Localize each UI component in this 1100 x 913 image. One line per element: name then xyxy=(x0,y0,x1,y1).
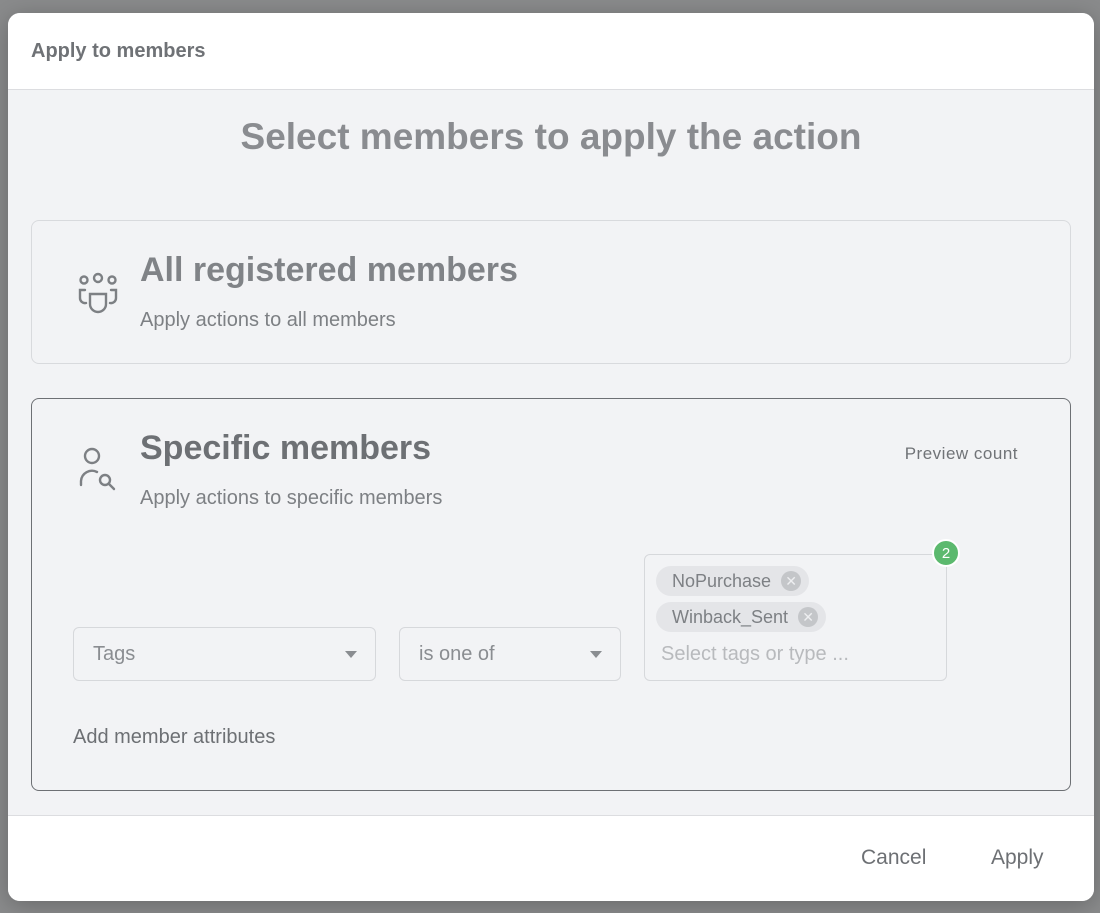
group-icon xyxy=(74,269,122,317)
option-specific-title: Specific members xyxy=(140,429,432,467)
operator-select[interactable]: is one of xyxy=(399,627,621,681)
remove-tag-icon[interactable]: ✕ xyxy=(781,571,802,591)
apply-to-members-dialog: Apply to members Select members to apply… xyxy=(8,13,1094,901)
dialog-title: Apply to members xyxy=(31,39,206,62)
option-all-title: All registered members xyxy=(140,251,518,289)
tag-chip-label: NoPurchase xyxy=(672,570,772,591)
add-member-attributes-link[interactable]: Add member attributes xyxy=(73,726,275,749)
section-title: Select members to apply the action xyxy=(240,116,862,157)
dialog-header: Apply to members xyxy=(8,13,1094,90)
chevron-down-icon xyxy=(345,651,357,658)
option-all-description: Apply actions to all members xyxy=(140,309,396,331)
operator-value: is one of xyxy=(419,642,495,665)
attribute-field-select[interactable]: Tags xyxy=(73,627,376,681)
option-all-members[interactable]: All registered members Apply actions to … xyxy=(31,220,1071,364)
tag-chip: Winback_Sent ✕ xyxy=(656,602,827,632)
selected-count-badge: 2 xyxy=(932,539,960,567)
tag-chip-label: Winback_Sent xyxy=(672,606,789,627)
apply-button[interactable]: Apply xyxy=(991,846,1044,870)
tag-chip: NoPurchase ✕ xyxy=(656,566,810,596)
attribute-field-value: Tags xyxy=(93,642,136,665)
remove-tag-icon[interactable]: ✕ xyxy=(798,607,819,627)
option-specific-members[interactable]: Specific members Apply actions to specif… xyxy=(31,398,1071,791)
tag-multiselect-input[interactable]: NoPurchase ✕ Winback_Sent ✕ Select tags … xyxy=(644,554,947,681)
dialog-body: Select members to apply the action All r… xyxy=(8,90,1094,815)
tag-input-placeholder[interactable]: Select tags or type ... xyxy=(661,643,849,666)
preview-count-link[interactable]: Preview count xyxy=(905,444,1018,464)
cancel-button[interactable]: Cancel xyxy=(861,846,926,870)
person-search-icon xyxy=(74,445,122,493)
chevron-down-icon xyxy=(590,651,602,658)
dialog-footer: Cancel Apply xyxy=(8,815,1094,901)
option-specific-description: Apply actions to specific members xyxy=(140,487,443,509)
